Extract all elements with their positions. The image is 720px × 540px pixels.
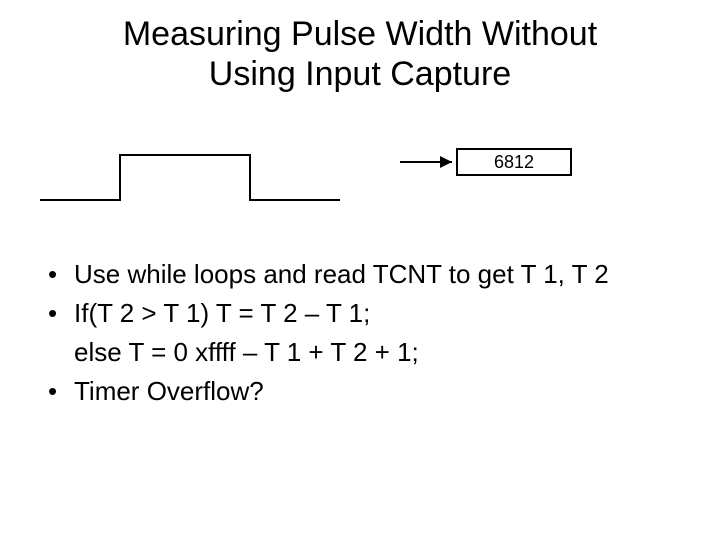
slide-title: Measuring Pulse Width Without Using Inpu… [0, 14, 720, 94]
bullet-list: Use while loops and read TCNT to get T 1… [44, 257, 676, 413]
bullet-text: If(T 2 > T 1) T = T 2 – T 1; [74, 298, 370, 328]
title-line-1: Measuring Pulse Width Without [123, 15, 597, 53]
bullet-text: Use while loops and read TCNT to get T 1… [74, 259, 609, 289]
bullet-item-2: If(T 2 > T 1) T = T 2 – T 1; [44, 296, 676, 331]
pulse-waveform-diagram [0, 145, 720, 225]
counter-value: 6812 [494, 152, 534, 172]
arrow-head-icon [440, 156, 452, 168]
title-line-2: Using Input Capture [209, 55, 511, 93]
bullet-item-3: Timer Overflow? [44, 374, 676, 409]
bullet-item-1: Use while loops and read TCNT to get T 1… [44, 257, 676, 292]
counter-value-box: 6812 [456, 148, 572, 176]
pulse-trace [40, 155, 340, 200]
bullet-item-2-cont: else T = 0 xffff – T 1 + T 2 + 1; [44, 335, 676, 370]
bullet-text: Timer Overflow? [74, 376, 264, 406]
slide: Measuring Pulse Width Without Using Inpu… [0, 0, 720, 540]
bullet-text: else T = 0 xffff – T 1 + T 2 + 1; [74, 337, 419, 367]
